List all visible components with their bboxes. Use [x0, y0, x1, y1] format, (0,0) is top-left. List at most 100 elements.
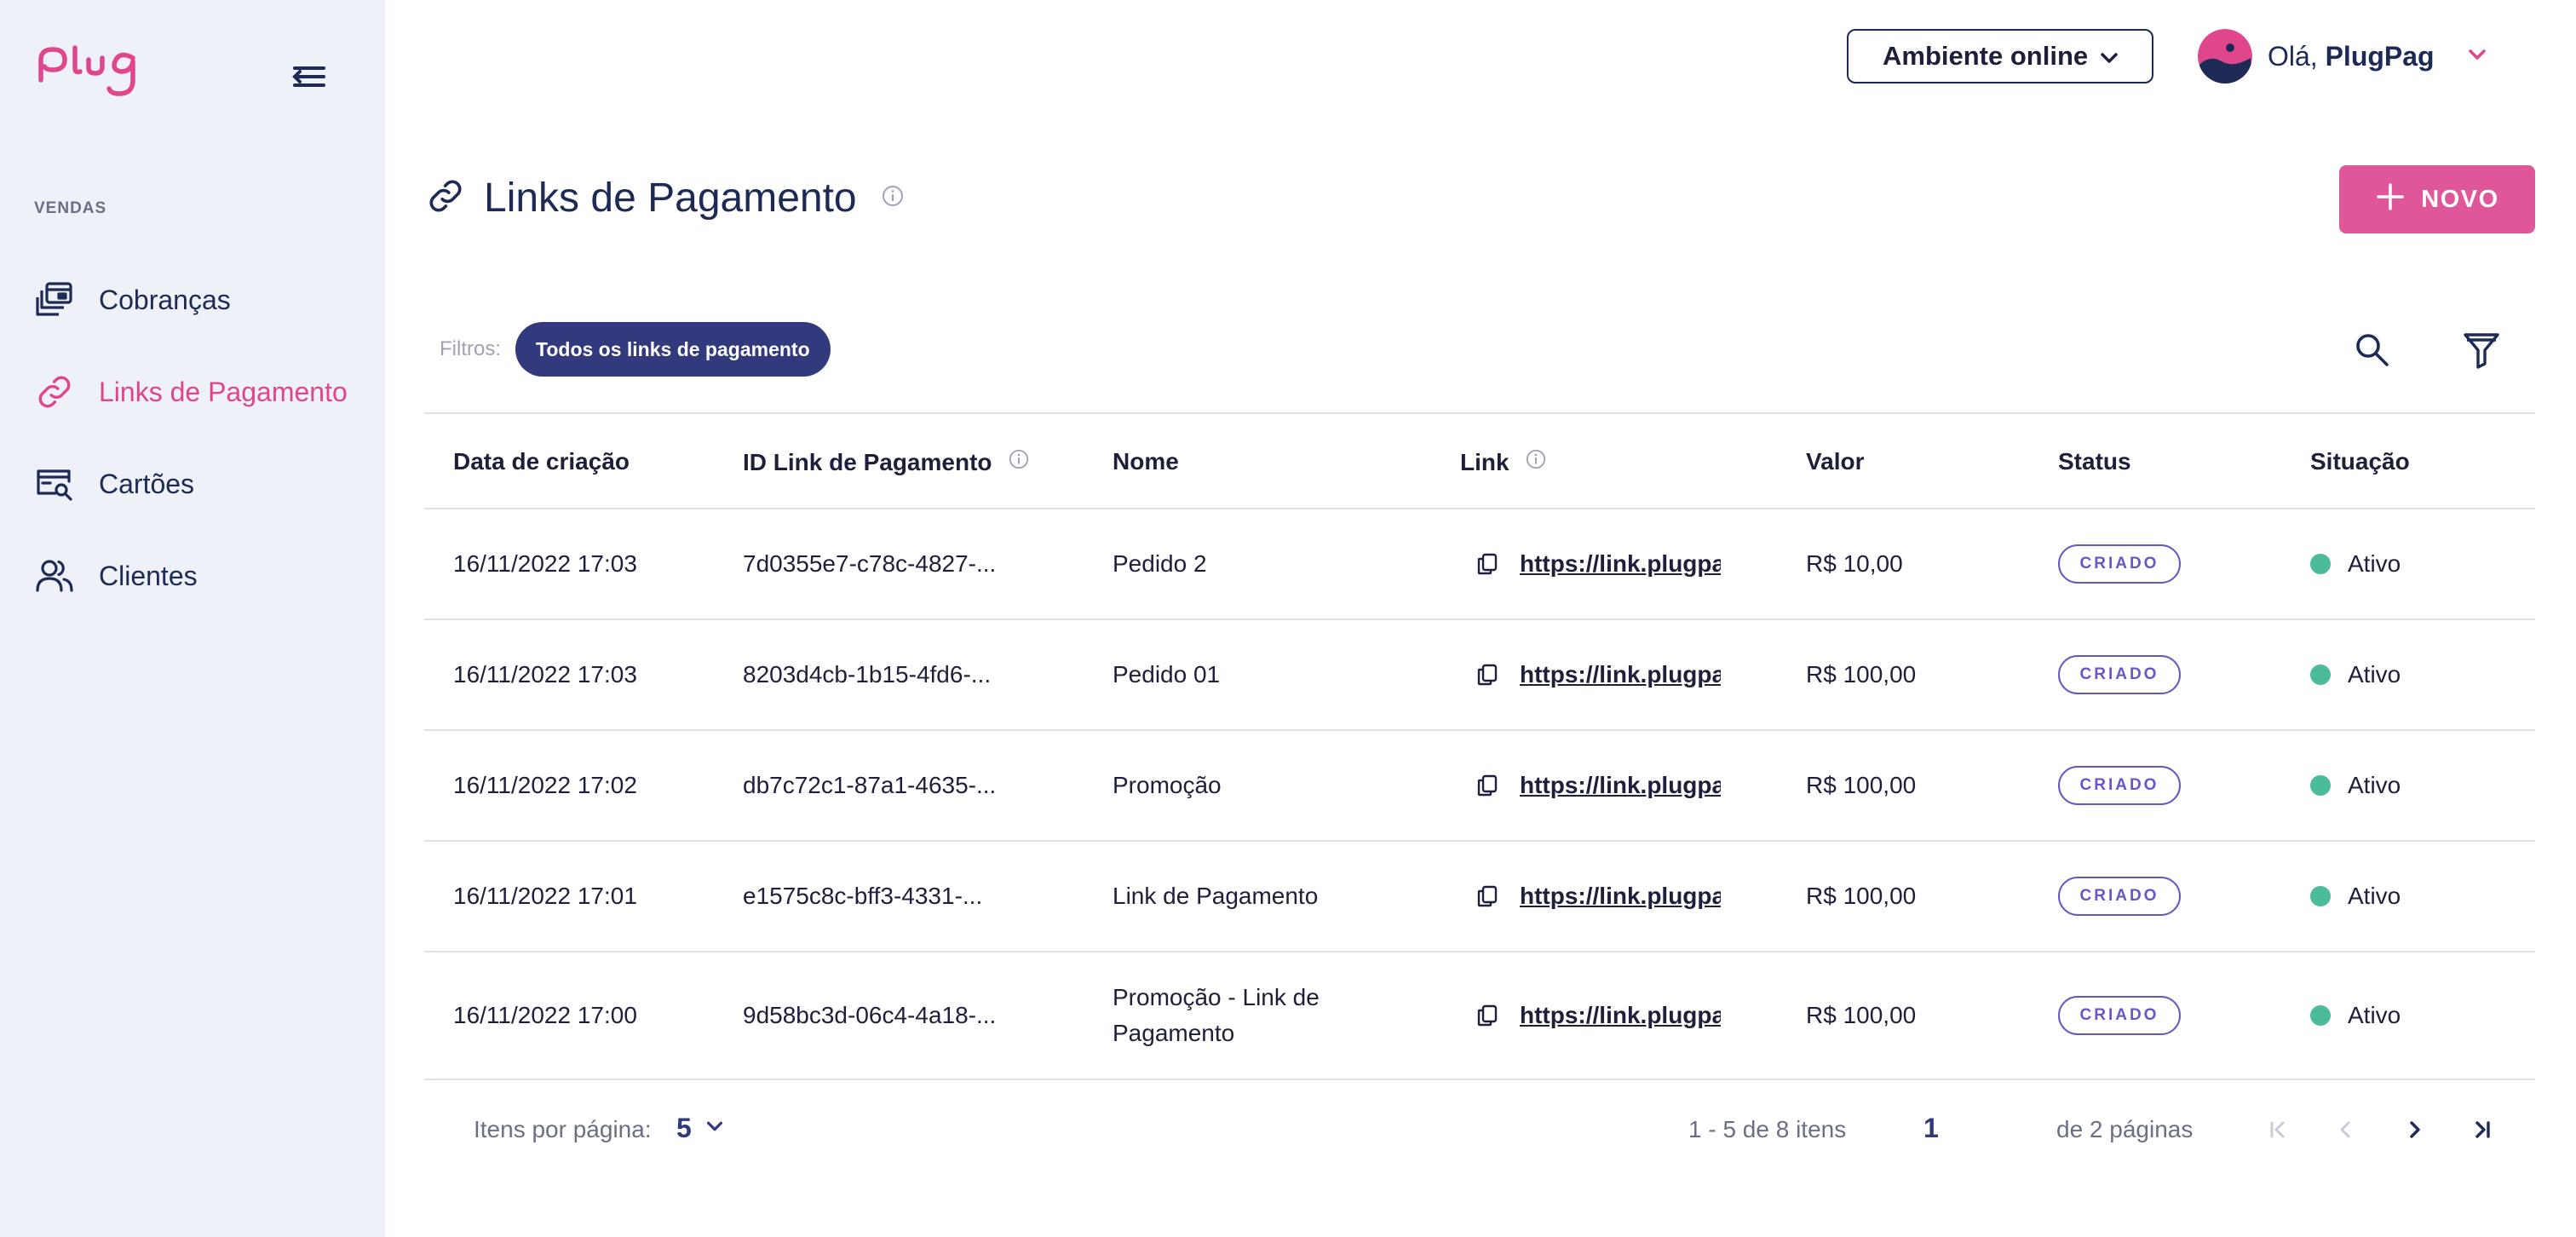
cell-name: Pedido 01	[1113, 661, 1221, 688]
plug-logo[interactable]	[36, 43, 141, 104]
next-page-icon[interactable]	[2395, 1111, 2433, 1148]
payment-link[interactable]: https://link.plugpag	[1520, 550, 1721, 578]
cell-link: https://link.plugpag	[1475, 883, 1721, 910]
cell-situation: Ativo	[2310, 661, 2401, 688]
table-row[interactable]: 16/11/2022 17:02 db7c72c1-87a1-4635-... …	[424, 731, 2535, 842]
column-header-date: Data de criação	[453, 448, 630, 475]
sidebar-item-label: Clientes	[99, 560, 198, 591]
total-pages-text: de 2 páginas	[2056, 1116, 2194, 1142]
column-header-label: ID Link de Pagamento	[743, 448, 992, 475]
plus-icon	[2375, 179, 2406, 220]
column-header-label: Valor	[1806, 448, 1865, 475]
cell-status: CRIADO	[2058, 544, 2181, 584]
copy-icon[interactable]	[1475, 663, 1499, 687]
chevron-down-icon	[2097, 46, 2121, 74]
situation-label: Ativo	[2348, 883, 2401, 909]
new-button[interactable]: NOVO	[2339, 165, 2535, 233]
cell-id: db7c72c1-87a1-4635-...	[743, 772, 997, 798]
copy-icon[interactable]	[1475, 552, 1499, 576]
situation-label: Ativo	[2348, 661, 2401, 688]
link-icon	[34, 371, 75, 412]
sidebar-item-links-de-pagamento[interactable]: Links de Pagamento	[34, 368, 375, 416]
column-header-value: Valor	[1806, 448, 1864, 475]
current-page[interactable]: 1	[1923, 1113, 1939, 1144]
sidebar-item-cobrancas[interactable]: Cobranças	[34, 276, 375, 324]
status-badge: CRIADO	[2058, 877, 2181, 916]
column-header-situation: Situação	[2310, 448, 2410, 475]
status-dot-active	[2310, 886, 2331, 906]
payment-link[interactable]: https://link.plugpag	[1520, 661, 1721, 688]
info-icon[interactable]	[1008, 448, 1030, 476]
table-row[interactable]: 16/11/2022 17:03 7d0355e7-c78c-4827-... …	[424, 509, 2535, 620]
cell-situation: Ativo	[2310, 550, 2401, 578]
section-label-vendas: VENDAS	[34, 199, 107, 217]
previous-page-icon[interactable]	[2327, 1111, 2365, 1148]
sidebar-item-label: Links de Pagamento	[99, 376, 348, 407]
cell-date: 16/11/2022 17:01	[453, 883, 637, 909]
cell-status: CRIADO	[2058, 655, 2181, 694]
situation-label: Ativo	[2348, 1002, 2401, 1028]
page-title: Links de Pagamento	[484, 175, 857, 221]
card-search-icon	[34, 463, 75, 504]
table-header: Data de criação ID Link de Pagamento Nom…	[424, 412, 2535, 509]
user-menu[interactable]: Olá, PlugPag	[2198, 29, 2489, 83]
status-badge: CRIADO	[2058, 996, 2181, 1035]
sidebar: VENDAS Cobranças Links de Pagamento Cart…	[0, 0, 385, 1237]
cell-name: Promoção - Link de Pagamento	[1113, 984, 1320, 1046]
cell-id: e1575c8c-bff3-4331-...	[743, 883, 983, 909]
first-page-icon[interactable]	[2259, 1111, 2297, 1148]
info-icon[interactable]	[1525, 448, 1547, 476]
cell-id: 7d0355e7-c78c-4827-...	[743, 550, 997, 577]
status-dot-active	[2310, 665, 2331, 685]
greeting: Olá, PlugPag	[2268, 41, 2435, 72]
cell-link: https://link.plugpag	[1475, 772, 1721, 799]
cell-value: R$ 10,00	[1806, 550, 1903, 577]
greeting-prefix: Olá,	[2268, 40, 2318, 72]
column-header-link: Link	[1460, 448, 1547, 476]
copy-icon[interactable]	[1475, 884, 1499, 908]
cell-value: R$ 100,00	[1806, 1002, 1917, 1028]
sidebar-item-cartoes[interactable]: Cartões	[34, 460, 375, 508]
payment-link[interactable]: https://link.plugpag	[1520, 772, 1721, 799]
status-badge: CRIADO	[2058, 544, 2181, 584]
cell-id: 8203d4cb-1b15-4fd6-...	[743, 661, 992, 688]
cell-link: https://link.plugpag	[1475, 661, 1721, 688]
environment-select[interactable]: Ambiente online	[1847, 29, 2153, 83]
status-dot-active	[2310, 554, 2331, 574]
sidebar-item-clientes[interactable]: Clientes	[34, 552, 375, 600]
column-header-label: Link	[1460, 448, 1509, 475]
info-icon[interactable]	[881, 184, 905, 212]
filter-funnel-icon[interactable]	[2458, 327, 2504, 373]
status-badge: CRIADO	[2058, 655, 2181, 694]
status-badge: CRIADO	[2058, 766, 2181, 805]
items-per-page-select[interactable]: 5	[676, 1113, 726, 1144]
table-row[interactable]: 16/11/2022 17:03 8203d4cb-1b15-4fd6-... …	[424, 620, 2535, 731]
cell-situation: Ativo	[2310, 772, 2401, 799]
copy-icon[interactable]	[1475, 1004, 1499, 1027]
chevron-down-icon	[704, 1115, 726, 1142]
environment-label: Ambiente online	[1883, 41, 2089, 71]
cell-link: https://link.plugpag	[1475, 550, 1721, 578]
cell-status: CRIADO	[2058, 766, 2181, 805]
copy-icon[interactable]	[1475, 774, 1499, 797]
table-row[interactable]: 16/11/2022 17:00 9d58bc3d-06c4-4a18-... …	[424, 952, 2535, 1080]
last-page-icon[interactable]	[2464, 1111, 2501, 1148]
table-row[interactable]: 16/11/2022 17:01 e1575c8c-bff3-4331-... …	[424, 842, 2535, 952]
column-header-status: Status	[2058, 448, 2131, 475]
payment-link[interactable]: https://link.plugpag	[1520, 1002, 1721, 1029]
cell-status: CRIADO	[2058, 877, 2181, 916]
filters-label: Filtros:	[440, 337, 501, 360]
pagination: Itens por página: 5 1 - 5 de 8 itens 1 d…	[424, 1082, 2535, 1177]
column-header-id: ID Link de Pagamento	[743, 448, 1030, 476]
search-icon[interactable]	[2349, 327, 2395, 373]
menu-collapse-icon[interactable]	[288, 60, 331, 94]
sidebar-item-label: Cartões	[99, 468, 195, 499]
user-name: PlugPag	[2325, 40, 2435, 72]
payment-link[interactable]: https://link.plugpag	[1520, 883, 1721, 910]
column-header-label: Nome	[1113, 448, 1179, 475]
situation-label: Ativo	[2348, 772, 2401, 798]
filter-chip-all[interactable]: Todos os links de pagamento	[515, 322, 831, 377]
avatar	[2198, 29, 2252, 83]
sidebar-item-label: Cobranças	[99, 284, 231, 315]
charges-icon	[34, 279, 75, 320]
